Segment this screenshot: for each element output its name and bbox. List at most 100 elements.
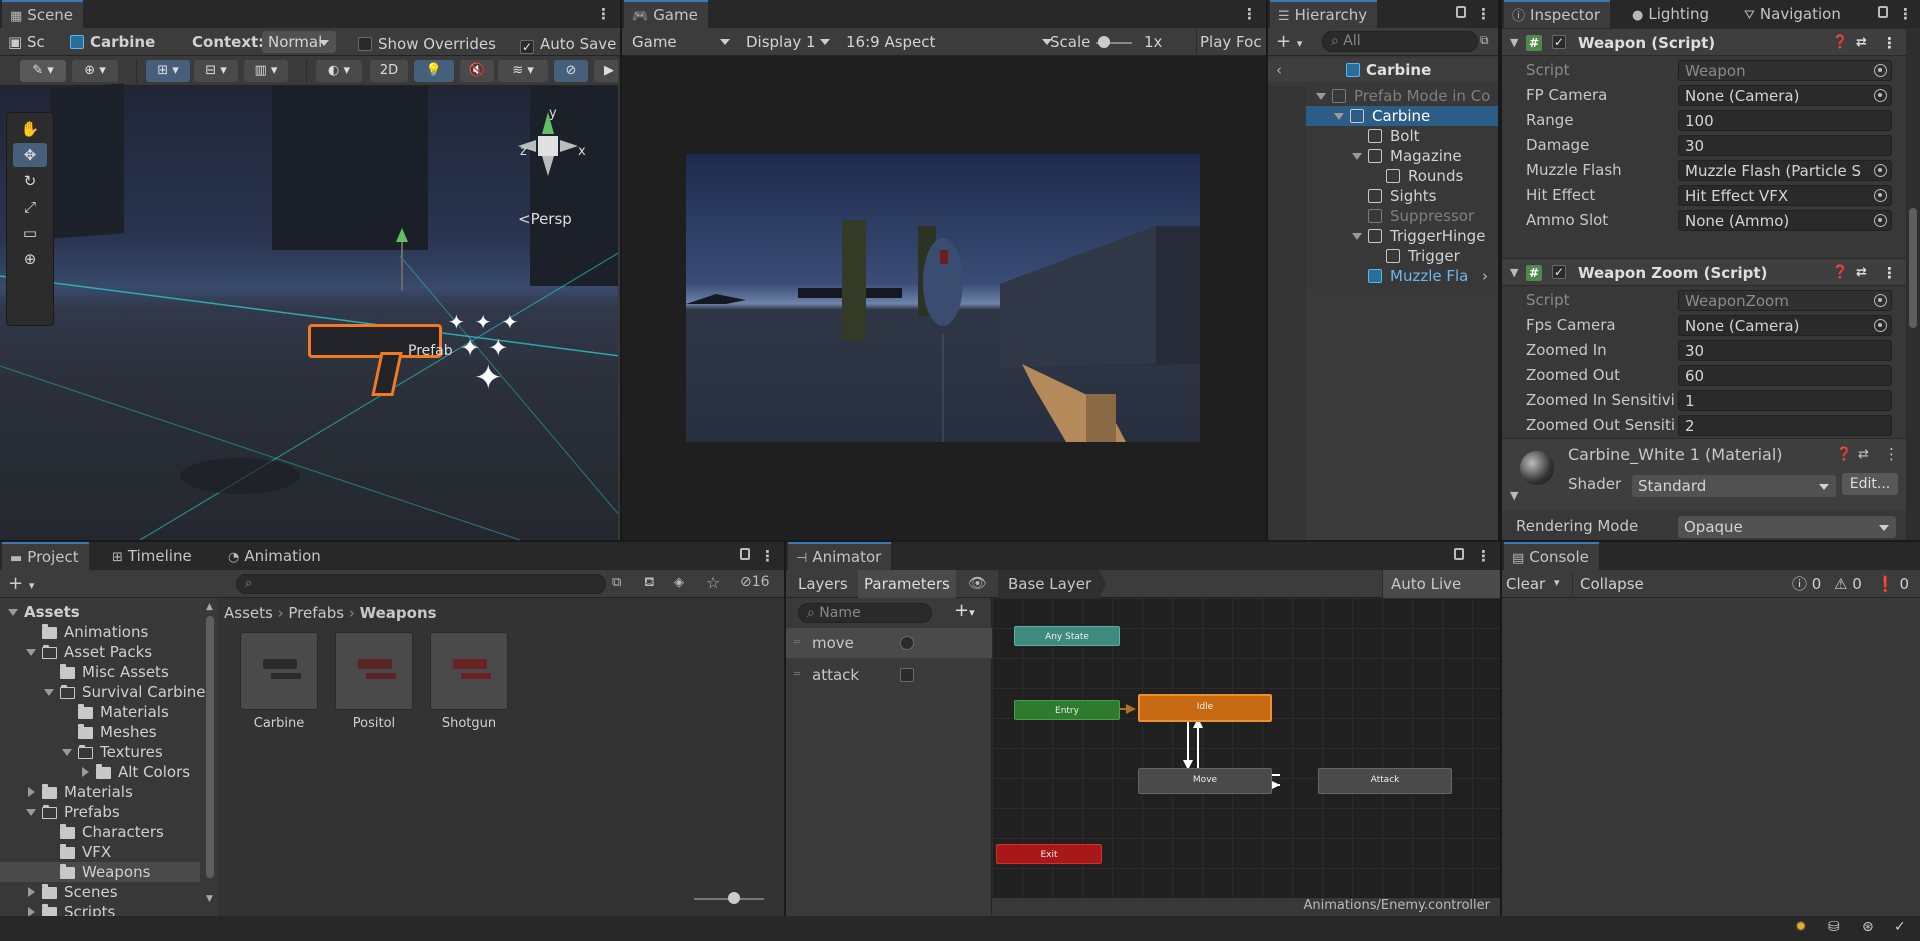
help-icon[interactable]: ❓ — [1832, 29, 1848, 57]
object-picker-icon[interactable] — [1874, 294, 1887, 307]
add-object-button[interactable]: + ▾ — [1276, 30, 1302, 54]
project-tree-scroll-thumb[interactable] — [206, 616, 214, 878]
help-icon[interactable]: ❓ — [1832, 259, 1848, 287]
animator-menu-icon[interactable]: ⋮ — [1476, 542, 1491, 570]
component-enable-checkbox[interactable]: ✓ — [1552, 265, 1566, 279]
expand-arrow-icon[interactable] — [8, 609, 18, 616]
parameter-row-attack[interactable]: ═ attack — [786, 660, 992, 690]
object-picker-icon[interactable] — [1874, 64, 1887, 77]
inspector-scroll-thumb[interactable] — [1909, 208, 1917, 328]
game-mode-dropdown[interactable]: Game — [626, 29, 736, 55]
value-input[interactable]: 30 — [1678, 135, 1892, 156]
component-menu-icon[interactable]: ⋮ — [1884, 445, 1899, 463]
project-folder-item[interactable]: Materials — [0, 702, 200, 722]
open-prefab-chevron-icon[interactable]: › — [1482, 266, 1488, 286]
asset-thumbnail[interactable] — [240, 632, 318, 710]
move-tool-icon[interactable]: ✥ — [13, 143, 47, 167]
expand-arrow-icon[interactable] — [1316, 93, 1326, 100]
lightbulb-status-icon[interactable]: ✹ — [1795, 919, 1807, 935]
object-picker-icon[interactable] — [1874, 319, 1887, 332]
breadcrumb-carbine[interactable]: Carbine — [70, 30, 155, 54]
base-layer-breadcrumb[interactable]: Base Layer — [998, 570, 1108, 598]
project-folder-item[interactable]: Misc Assets — [0, 662, 200, 682]
search-by-label-icon[interactable]: ⛾ — [644, 575, 655, 592]
display-dropdown[interactable]: Display 1 — [740, 29, 836, 55]
project-folder-item[interactable]: Alt Colors — [0, 762, 200, 782]
lock-icon[interactable] — [1456, 6, 1466, 18]
lock-icon[interactable] — [1878, 6, 1888, 18]
project-folder-item[interactable]: Characters — [0, 822, 200, 842]
object-picker-icon[interactable] — [1874, 189, 1887, 202]
trigger-param-square-icon[interactable] — [900, 668, 914, 682]
object-picker-icon[interactable] — [1874, 164, 1887, 177]
lock-icon[interactable] — [740, 548, 750, 560]
project-folder-item[interactable]: VFX — [0, 842, 200, 862]
weapon-zoom-component-header[interactable]: ▼ # ✓ Weapon Zoom (Script) ❓ ⇄ ⋮ — [1502, 258, 1906, 286]
auto-live-link-button[interactable]: Auto Live Link — [1382, 570, 1500, 621]
context-dropdown[interactable]: Normal — [262, 31, 336, 53]
tab-animator[interactable]: ⊣ Animator — [788, 542, 892, 570]
rendering-mode-dropdown[interactable]: Opaque — [1678, 516, 1896, 538]
tab-inspector[interactable]: ⓘ Inspector — [1504, 0, 1610, 28]
lock-icon[interactable] — [1454, 548, 1464, 560]
tab-timeline[interactable]: ⊞ Timeline — [104, 542, 202, 570]
project-folder-item[interactable]: Animations — [0, 622, 200, 642]
drag-handle-icon[interactable]: ═ — [794, 628, 800, 658]
tab-hierarchy[interactable]: ☰ Hierarchy — [1270, 0, 1378, 28]
parameter-search-input[interactable]: ⌕ Name — [798, 603, 932, 623]
expand-arrow-icon[interactable] — [44, 689, 54, 696]
drag-handle-icon[interactable]: ═ — [794, 660, 800, 690]
preset-icon[interactable]: ⇄ — [1858, 447, 1869, 462]
project-assets-area[interactable]: Assets › Prefabs › Weapons Carbine Posito… — [218, 598, 784, 916]
create-asset-button[interactable]: + ▾ — [8, 572, 34, 596]
hierarchy-empty-area[interactable] — [1306, 290, 1498, 540]
project-folder-item[interactable]: Scenes — [0, 882, 200, 902]
project-folder-item[interactable]: Materials — [0, 782, 200, 802]
asset-label[interactable]: Carbine — [229, 716, 329, 731]
scale-slider-handle[interactable] — [1098, 36, 1110, 48]
preset-icon[interactable]: ⇄ — [1856, 259, 1867, 287]
collapse-arrow-icon[interactable] — [28, 787, 35, 797]
tab-game[interactable]: 🎮 Game — [624, 0, 708, 28]
object-picker-icon[interactable] — [1874, 214, 1887, 227]
parameters-tab[interactable]: Parameters — [858, 570, 956, 598]
show-overrides-toggle[interactable]: Show Overrides — [358, 32, 496, 56]
foldout-arrow-icon[interactable]: ▼ — [1510, 259, 1518, 287]
scene-breadcrumb-root[interactable]: ▣ Sc — [8, 30, 45, 54]
state-exit[interactable]: Exit — [996, 844, 1102, 864]
search-by-type-icon[interactable]: ⧉ — [612, 575, 621, 590]
parameter-row-move[interactable]: ═ move — [786, 628, 992, 658]
console-clear-button[interactable]: Clear — [1506, 572, 1545, 596]
filter-icon[interactable]: ⧉ — [1480, 33, 1494, 49]
layers-tab[interactable]: Layers — [798, 572, 848, 596]
object-reference-field[interactable]: None (Camera) — [1678, 85, 1892, 106]
hidden-packages-toggle[interactable]: ⊘16 — [740, 574, 770, 590]
value-input[interactable]: 60 — [1678, 365, 1892, 386]
project-folder-item[interactable]: Textures — [0, 742, 200, 762]
eye-icon[interactable]: 👁 — [968, 574, 987, 592]
add-parameter-button[interactable]: +▾ — [954, 600, 975, 621]
expand-arrow-icon[interactable] — [62, 749, 72, 756]
project-folder-item[interactable]: Survival Carbine — [0, 682, 206, 702]
state-move[interactable]: Move — [1138, 768, 1272, 794]
inspector-scrollbar[interactable] — [1906, 28, 1920, 540]
foldout-arrow-icon[interactable]: ▼ — [1510, 489, 1518, 502]
foldout-arrow-icon[interactable]: ▼ — [1510, 29, 1518, 57]
tab-scene[interactable]: ▦ Scene — [2, 0, 84, 28]
help-icon[interactable]: ❓ — [1836, 447, 1852, 462]
project-tree-scrollbar[interactable]: ▲ ▼ — [204, 602, 216, 910]
project-folder-item[interactable]: Weapons — [0, 862, 200, 882]
play-focused-dropdown[interactable]: Play Foc — [1200, 30, 1262, 54]
object-reference-field[interactable]: None (Camera) — [1678, 315, 1892, 336]
project-search-input[interactable]: ⌕ — [236, 574, 606, 594]
expand-arrow-icon[interactable] — [1334, 113, 1344, 120]
game-menu-icon[interactable]: ⋮ — [1242, 0, 1257, 28]
warning-count-toggle[interactable]: ⚠ 0 — [1834, 572, 1862, 596]
preset-icon[interactable]: ⇄ — [1856, 29, 1867, 57]
asset-thumbnail[interactable] — [335, 632, 413, 710]
transform-tool-icon[interactable]: ⊕ — [13, 247, 47, 271]
tab-lighting[interactable]: ● Lighting — [1624, 0, 1719, 28]
state-entry[interactable]: Entry — [1014, 700, 1120, 720]
back-chevron-icon[interactable]: ‹ — [1276, 58, 1282, 82]
favorite-star-icon[interactable]: ☆ — [706, 573, 720, 592]
